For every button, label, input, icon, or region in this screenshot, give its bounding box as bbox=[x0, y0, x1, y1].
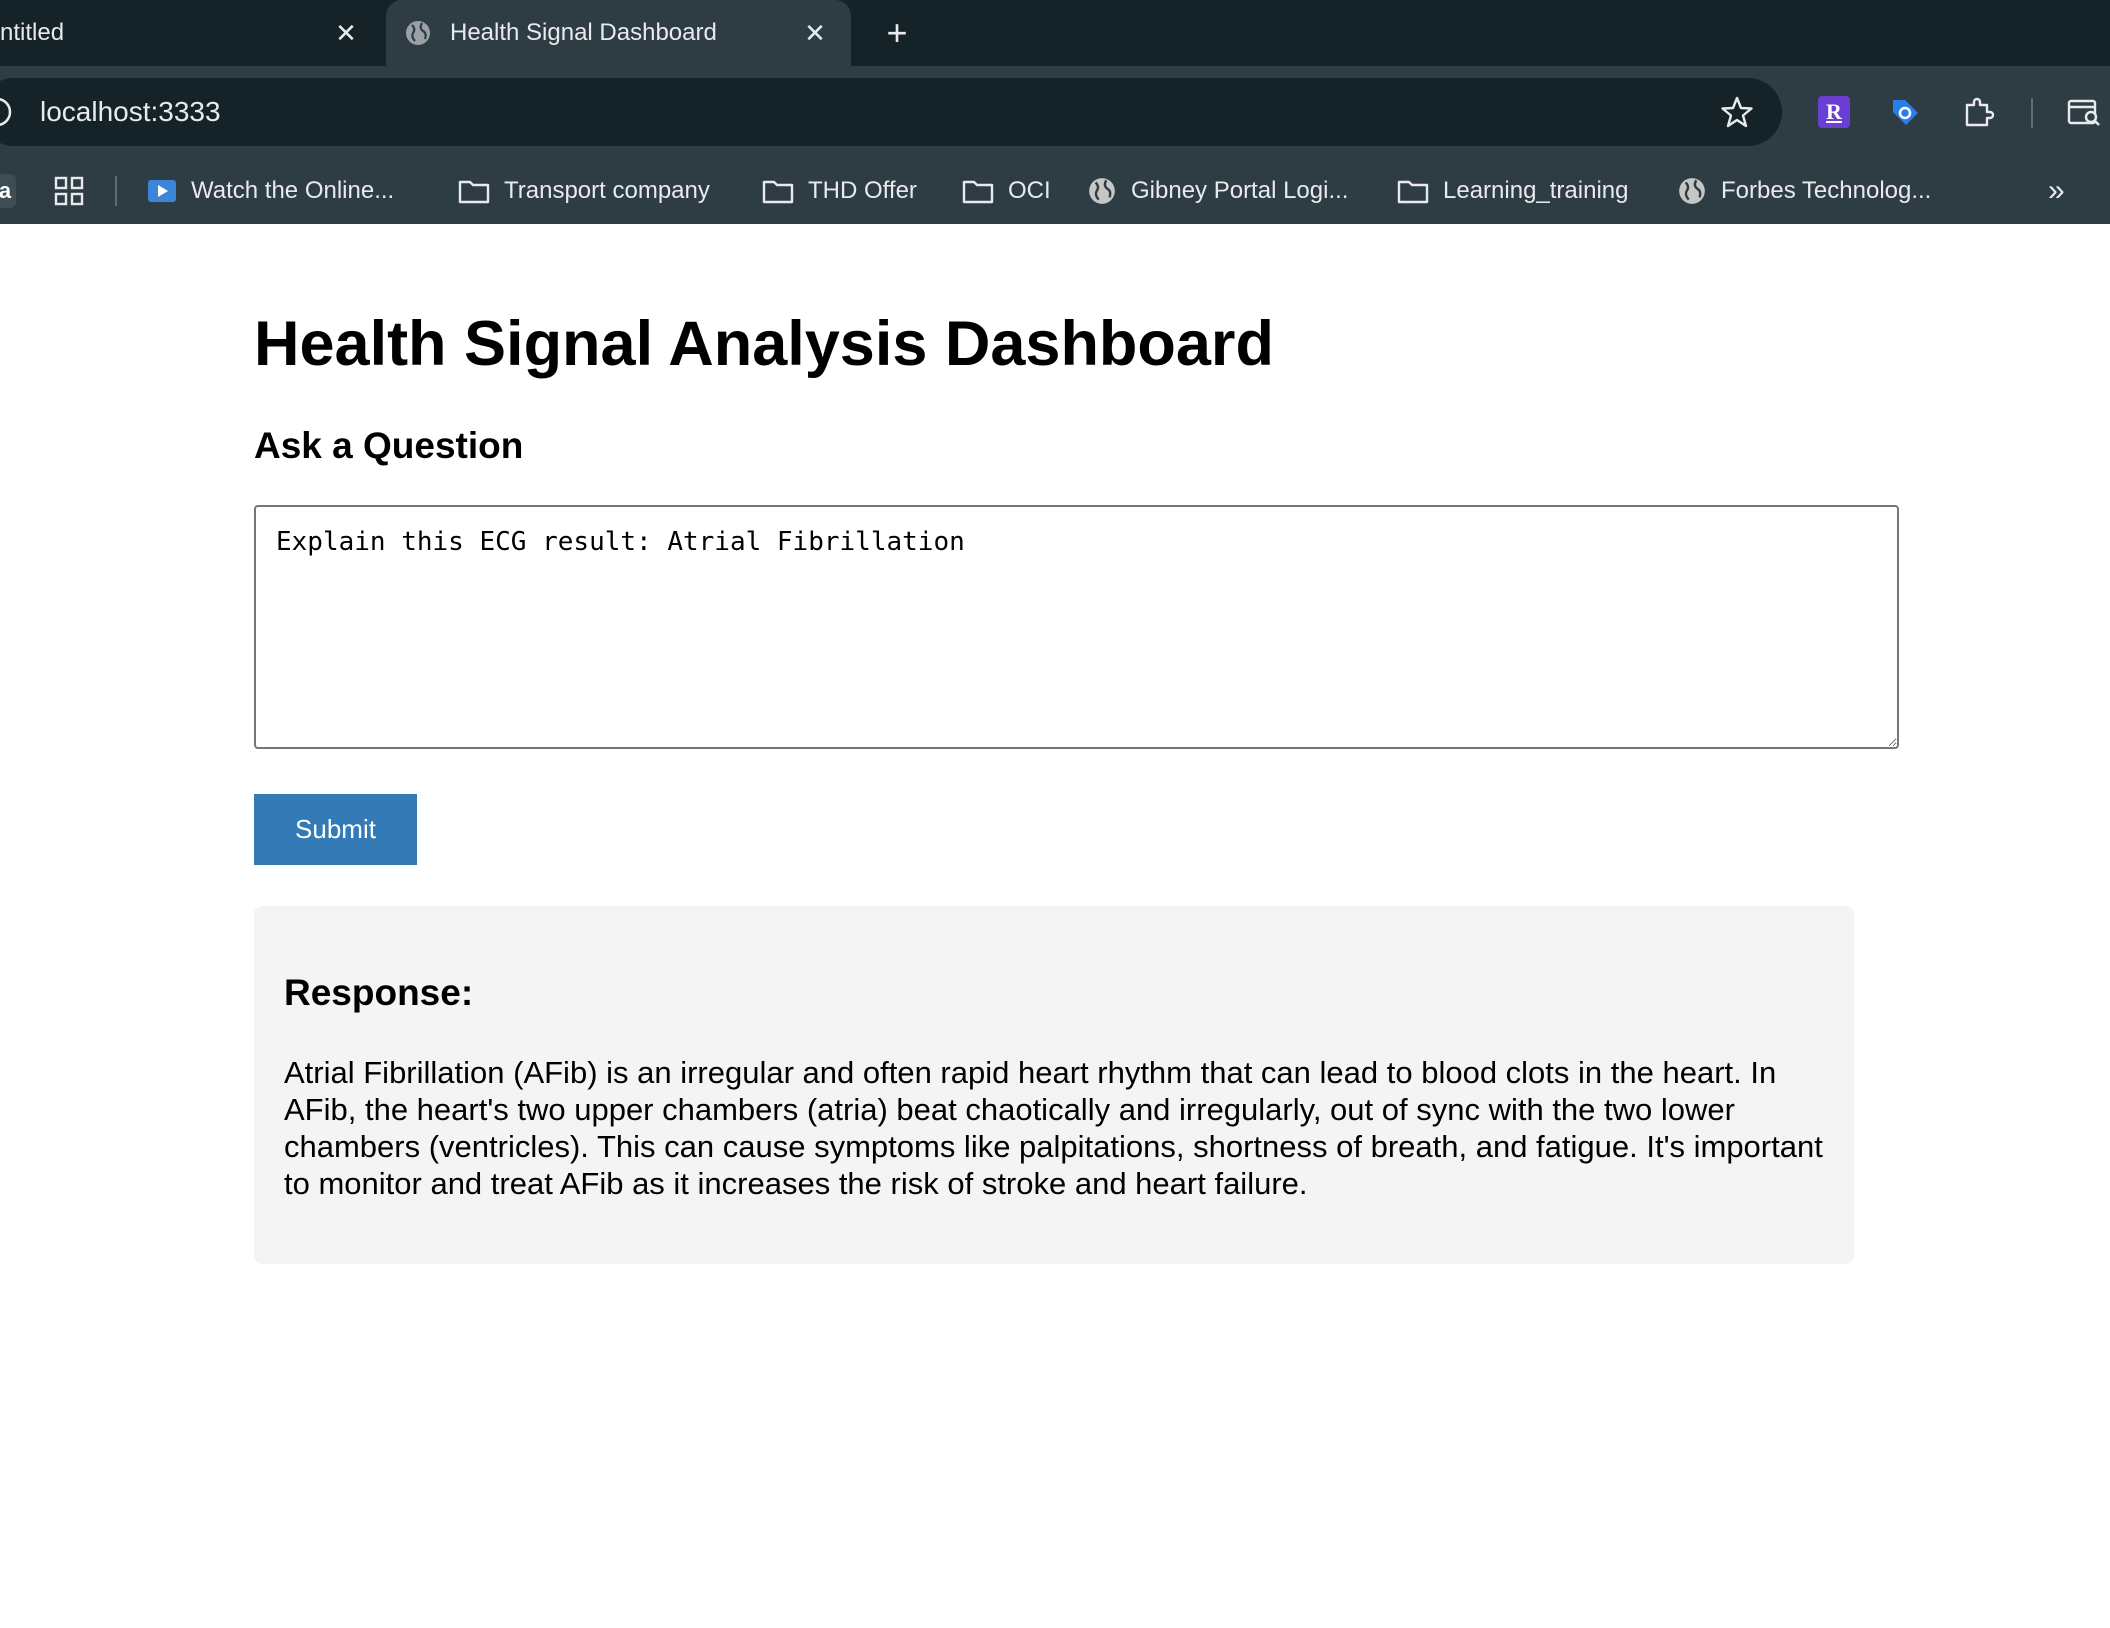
folder-icon bbox=[458, 180, 490, 204]
bookmark-oci[interactable]: OCI bbox=[962, 160, 1051, 222]
tab-strip: ntitled ✕ Health Signal Dashboard ✕ + bbox=[0, 0, 2110, 66]
bookmarks-divider bbox=[115, 176, 117, 206]
bookmarks-overflow-chevron-icon[interactable]: » bbox=[2048, 160, 2065, 222]
browser-toolbar: localhost:3333 R a Watch the Online... T… bbox=[0, 66, 2110, 224]
globe-icon bbox=[1679, 178, 1705, 204]
bookmark-gibney-portal[interactable]: Gibney Portal Logi... bbox=[1087, 160, 1348, 222]
tab-untitled[interactable]: ntitled ✕ bbox=[0, 0, 382, 66]
response-heading: Response: bbox=[284, 972, 474, 1013]
tab-title: ntitled bbox=[0, 19, 65, 46]
page-content: Health Signal Analysis Dashboard Ask a Q… bbox=[0, 224, 2110, 1628]
puzzle-icon[interactable] bbox=[1958, 92, 1998, 132]
ask-question-heading: Ask a Question bbox=[254, 425, 524, 466]
site-info-icon[interactable] bbox=[0, 95, 14, 129]
apps-grid-icon[interactable] bbox=[54, 160, 98, 222]
tab-search-icon[interactable] bbox=[2064, 92, 2104, 132]
folder-icon bbox=[1397, 180, 1429, 204]
bookmark-label: Transport company bbox=[504, 177, 710, 204]
tag-extension-icon[interactable] bbox=[1885, 92, 1925, 132]
bookmark-label: Watch the Online... bbox=[191, 177, 395, 204]
response-panel: Response: Atrial Fibrillation (AFib) is … bbox=[254, 906, 1854, 1264]
globe-icon bbox=[1089, 178, 1115, 204]
bookmark-label: THD Offer bbox=[808, 177, 917, 204]
folder-icon bbox=[962, 180, 994, 204]
bookmark-learning-training[interactable]: Learning_training bbox=[1397, 160, 1628, 222]
bookmark-watch-online[interactable]: Watch the Online... bbox=[147, 160, 394, 222]
url-text[interactable]: localhost:3333 bbox=[40, 96, 221, 128]
bookmark-transport-company[interactable]: Transport company bbox=[458, 160, 710, 222]
bookmark-truncated[interactable]: a bbox=[0, 174, 16, 208]
video-icon bbox=[148, 180, 176, 202]
bookmarks-bar: a Watch the Online... Transport company bbox=[0, 160, 2110, 222]
folder-icon bbox=[762, 180, 794, 204]
page-title: Health Signal Analysis Dashboard bbox=[254, 309, 1274, 379]
tab-health-signal-dashboard[interactable]: Health Signal Dashboard ✕ bbox=[386, 0, 851, 66]
response-text: Atrial Fibrillation (AFib) is an irregul… bbox=[284, 1055, 1823, 1201]
question-textarea[interactable]: Explain this ECG result: Atrial Fibrilla… bbox=[254, 505, 1899, 749]
globe-icon bbox=[406, 21, 430, 45]
bookmark-label: Learning_training bbox=[1443, 177, 1629, 204]
bookmark-thd-offer[interactable]: THD Offer bbox=[762, 160, 917, 222]
bookmark-star-icon[interactable] bbox=[1720, 95, 1754, 129]
bookmark-forbes-technology[interactable]: Forbes Technolog... bbox=[1677, 160, 1931, 222]
close-tab-icon[interactable]: ✕ bbox=[797, 15, 833, 51]
r-extension-icon[interactable]: R bbox=[1814, 92, 1854, 132]
toolbar-divider bbox=[2031, 98, 2033, 128]
address-bar[interactable]: localhost:3333 bbox=[0, 78, 1782, 146]
tab-title: Health Signal Dashboard bbox=[450, 19, 717, 46]
submit-button[interactable]: Submit bbox=[254, 794, 417, 865]
bookmark-label: OCI bbox=[1008, 177, 1051, 204]
new-tab-button[interactable]: + bbox=[872, 8, 922, 58]
close-tab-icon[interactable]: ✕ bbox=[328, 15, 364, 51]
r-extension-label: R bbox=[1818, 96, 1850, 128]
bookmark-label: Forbes Technolog... bbox=[1721, 177, 1932, 204]
bookmark-label: Gibney Portal Logi... bbox=[1131, 177, 1349, 204]
